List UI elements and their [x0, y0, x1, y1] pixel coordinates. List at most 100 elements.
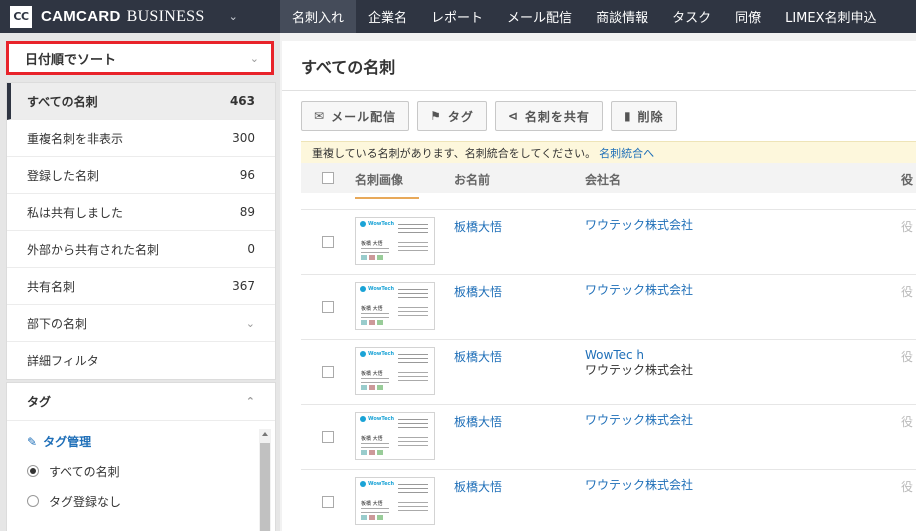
business-card-thumbnail[interactable]: WowTech 板橋 大悟 — [355, 282, 435, 330]
nav-limex[interactable]: LIMEX名刺申込 — [773, 0, 888, 33]
tag-icon: ⚑ — [430, 109, 442, 123]
filter-list: すべての名刺 463 重複名刺を非表示 300 登録した名刺 96 私は共有しま… — [6, 82, 276, 380]
title-cell: 役 — [901, 415, 914, 429]
company-cell[interactable]: WowTec h ワウテック株式会社 — [585, 348, 693, 378]
table-row[interactable]: WowTech 板橋 大悟 板橋大悟 ワウテック株式会社 役 — [301, 209, 916, 274]
row-checkbox[interactable] — [322, 301, 334, 313]
table-row[interactable]: WowTech 板橋 大悟 板橋大悟 ワウテック株式会社 役 — [301, 274, 916, 339]
radio-selected[interactable] — [27, 465, 39, 477]
filter-count: 463 — [229, 94, 255, 108]
chevron-up-icon: ⌃ — [245, 395, 255, 408]
column-company[interactable]: 会社名 — [585, 171, 621, 188]
tag-panel-header[interactable]: タグ ⌃ — [7, 383, 275, 421]
trash-icon: ▮ — [623, 109, 632, 123]
filter-shared-by-me[interactable]: 私は共有しました 89 — [7, 194, 275, 231]
column-name[interactable]: お名前 — [454, 171, 490, 188]
nav-colleagues[interactable]: 同僚 — [723, 0, 773, 33]
table-row[interactable]: WowTech 板橋 大悟 板橋大悟 ワウテック株式会社 役 — [301, 469, 916, 531]
company-name[interactable]: ワウテック株式会社 — [585, 218, 693, 233]
card-person-name: 板橋 大悟 — [361, 306, 383, 312]
contact-name-link[interactable]: 板橋大悟 — [454, 413, 502, 430]
nav-company[interactable]: 企業名 — [356, 0, 419, 33]
business-card-thumbnail[interactable]: WowTech 板橋 大悟 — [355, 477, 435, 525]
table-header: 名刺画像 お名前 会社名 役 — [301, 163, 916, 193]
card-person-name: 板橋 大悟 — [361, 501, 383, 507]
tag-panel-title: タグ — [27, 395, 52, 409]
filter-shared[interactable]: 共有名刺 367 — [7, 268, 275, 305]
column-title[interactable]: 役 — [901, 171, 913, 188]
filter-label: 重複名刺を非表示 — [27, 131, 124, 146]
row-checkbox[interactable] — [322, 236, 334, 248]
tag-option-label: すべての名刺 — [49, 464, 120, 479]
table-row[interactable]: WowTech 板橋 大悟 板橋大悟 WowTec h ワウテック株式会社 役 — [301, 339, 916, 404]
brand-name: CAMCARD — [41, 8, 121, 25]
top-navigation-bar: CC CAMCARD BUSINESS ⌄ 名刺入れ 企業名 レポート メール配… — [0, 0, 916, 33]
row-checkbox[interactable] — [322, 366, 334, 378]
nav-report[interactable]: レポート — [419, 0, 495, 33]
radio-unselected[interactable] — [27, 495, 39, 507]
company-name[interactable]: ワウテック株式会社 — [585, 413, 693, 428]
company-name[interactable]: ワウテック株式会社 — [585, 283, 693, 298]
nav-tasks[interactable]: タスク — [660, 0, 723, 33]
select-all-checkbox[interactable] — [322, 172, 334, 184]
title-cell: 役 — [901, 285, 914, 299]
tag-button[interactable]: ⚑ タグ — [417, 101, 487, 131]
share-icon: ⊲ — [507, 109, 519, 123]
row-checkbox[interactable] — [322, 496, 334, 508]
business-card-thumbnail[interactable]: WowTech 板橋 大悟 — [355, 412, 435, 460]
table-row[interactable]: WowTech 板橋 大悟 板橋大悟 ワウテック株式会社 役 — [301, 404, 916, 469]
filter-label: すべての名刺 — [27, 94, 98, 109]
share-button[interactable]: ⊲ 名刺を共有 — [494, 101, 603, 131]
filter-label: 登録した名刺 — [27, 168, 100, 183]
mail-button[interactable]: ✉ メール配信 — [301, 101, 410, 131]
company-name[interactable]: WowTec h — [585, 348, 693, 363]
sort-dropdown[interactable]: 日付順でソート ⌄ — [6, 41, 274, 75]
contact-name-link[interactable]: 板橋大悟 — [454, 478, 502, 495]
contact-name-link[interactable]: 板橋大悟 — [454, 348, 502, 365]
chevron-down-icon[interactable]: ⌄ — [229, 10, 238, 23]
sidebar: 日付順でソート ⌄ すべての名刺 463 重複名刺を非表示 300 登録した名刺… — [0, 33, 280, 531]
business-card-thumbnail[interactable]: WowTech 板橋 大悟 — [355, 217, 435, 265]
filter-advanced[interactable]: 詳細フィルタ — [7, 342, 275, 379]
partial-card-image — [355, 194, 419, 199]
company-cell[interactable]: ワウテック株式会社 — [585, 413, 693, 428]
title-cell: 役 — [901, 480, 914, 494]
company-name[interactable]: ワウテック株式会社 — [585, 478, 693, 493]
business-card-thumbnail[interactable]: WowTech 板橋 大悟 — [355, 347, 435, 395]
duplicate-notice: 重複している名刺があります、名刺統合をしてください。 名刺統合へ — [301, 141, 916, 163]
row-checkbox[interactable] — [322, 431, 334, 443]
mail-button-label: メール配信 — [331, 109, 397, 124]
contact-name-link[interactable]: 板橋大悟 — [454, 218, 502, 235]
card-table-body: WowTech 板橋 大悟 板橋大悟 ワウテック株式会社 役 WowTech 板… — [301, 209, 916, 531]
tag-option-none[interactable]: タグ登録なし — [7, 486, 275, 516]
company-cell[interactable]: ワウテック株式会社 — [585, 218, 693, 233]
scroll-up-arrow-icon[interactable] — [262, 432, 268, 436]
filter-subordinates[interactable]: 部下の名刺 ⌄ — [7, 305, 275, 342]
chevron-down-icon: ⌄ — [245, 316, 255, 330]
nav-card-box[interactable]: 名刺入れ — [280, 0, 357, 33]
tag-option-all[interactable]: すべての名刺 — [7, 456, 275, 486]
tag-manage-link[interactable]: ✎ タグ管理 — [7, 421, 275, 450]
tag-scrollbar[interactable] — [259, 429, 271, 531]
filter-registered[interactable]: 登録した名刺 96 — [7, 157, 275, 194]
card-person-name: 板橋 大悟 — [361, 241, 383, 247]
filter-count: 96 — [239, 168, 255, 182]
filter-label: 私は共有しました — [27, 205, 124, 220]
filter-label: 外部から共有された名刺 — [27, 242, 160, 257]
nav-mail[interactable]: メール配信 — [495, 0, 584, 33]
filter-all-cards[interactable]: すべての名刺 463 — [7, 83, 275, 120]
camcard-logo: CC — [10, 5, 32, 28]
chevron-down-icon: ⌄ — [249, 51, 259, 65]
filter-hide-duplicates[interactable]: 重複名刺を非表示 300 — [7, 120, 275, 157]
notice-text: 重複している名刺があります、名刺統合をしてください。 — [312, 146, 597, 160]
delete-button[interactable]: ▮ 削除 — [610, 101, 677, 131]
nav-deals[interactable]: 商談情報 — [584, 0, 660, 33]
brand[interactable]: CC CAMCARD BUSINESS ⌄ — [0, 0, 280, 33]
contact-name-link[interactable]: 板橋大悟 — [454, 283, 502, 300]
scroll-thumb[interactable] — [260, 443, 270, 531]
tag-button-label: タグ — [447, 109, 474, 124]
company-cell[interactable]: ワウテック株式会社 — [585, 478, 693, 493]
merge-cards-link[interactable]: 名刺統合へ — [599, 145, 654, 161]
filter-shared-external[interactable]: 外部から共有された名刺 0 — [7, 231, 275, 268]
company-cell[interactable]: ワウテック株式会社 — [585, 283, 693, 298]
